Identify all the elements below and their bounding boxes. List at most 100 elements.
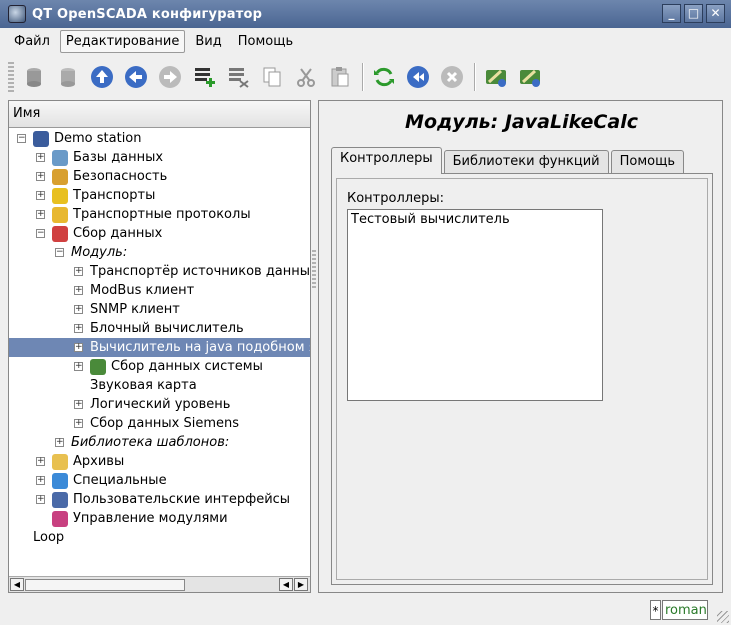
refresh-icon[interactable] — [370, 63, 398, 91]
menu-help[interactable]: Помощь — [232, 30, 299, 53]
tab-function-libraries[interactable]: Библиотеки функций — [443, 150, 609, 173]
modules-icon — [52, 511, 68, 527]
start-icon[interactable] — [404, 63, 432, 91]
expand-icon[interactable]: + — [36, 172, 45, 181]
tree-item[interactable]: Loop — [9, 528, 310, 547]
expand-icon[interactable]: + — [36, 191, 45, 200]
tree-item[interactable]: + Пользовательские интерфейсы — [9, 490, 310, 509]
expand-icon[interactable]: + — [74, 324, 83, 333]
status-user[interactable]: roman — [662, 600, 708, 620]
tree-item[interactable]: + Библиотека шаблонов: — [9, 433, 310, 452]
tree-item[interactable]: + Архивы — [9, 452, 310, 471]
tree-item[interactable]: Управление модулями — [9, 509, 310, 528]
tree-item[interactable]: + Блочный вычислитель — [9, 319, 310, 338]
expand-icon[interactable]: + — [74, 419, 83, 428]
collapse-icon[interactable]: − — [17, 134, 26, 143]
tree-item[interactable]: + Безопасность — [9, 167, 310, 186]
tab-help[interactable]: Помощь — [610, 150, 685, 173]
toolbar — [0, 57, 731, 97]
tree-item[interactable]: + Базы данных — [9, 148, 310, 167]
tree-item[interactable]: + ModBus клиент — [9, 281, 310, 300]
cut-icon[interactable] — [292, 63, 320, 91]
controllers-label: Контроллеры: — [347, 191, 444, 206]
tree-item[interactable]: + SNMP клиент — [9, 300, 310, 319]
tree-item[interactable]: − Сбор данных — [9, 224, 310, 243]
tree-item[interactable]: + Транспорты — [9, 186, 310, 205]
tree-item-label: Loop — [33, 530, 65, 545]
window-title: QT OpenSCADA конфигуратор — [32, 6, 263, 22]
add-item-icon[interactable] — [190, 63, 218, 91]
pane-splitter[interactable] — [312, 250, 316, 290]
maximize-button[interactable]: □ — [684, 4, 703, 23]
list-item[interactable]: Тестовый вычислитель — [351, 212, 599, 227]
tree-item-label: Звуковая карта — [90, 378, 197, 393]
tree-item[interactable]: + Сбор данных Siemens — [9, 414, 310, 433]
status-marker[interactable]: * — [650, 600, 661, 620]
expand-icon[interactable]: + — [74, 305, 83, 314]
expand-icon[interactable]: + — [36, 476, 45, 485]
resize-grip[interactable] — [717, 611, 729, 623]
chart-icon — [52, 226, 68, 242]
expand-icon[interactable]: + — [74, 286, 83, 295]
toolbar-grip[interactable] — [8, 62, 14, 92]
stop-icon[interactable] — [438, 63, 466, 91]
tab-bar: Контроллеры Библиотеки функций Помощь — [331, 147, 686, 174]
scroll-thumb[interactable] — [25, 579, 185, 591]
tree-item[interactable]: − Модуль: — [9, 243, 310, 262]
tree-item-label: Demo station — [54, 131, 142, 146]
expand-icon[interactable]: + — [36, 457, 45, 466]
toolbar-separator-2 — [474, 63, 476, 91]
up-arrow-icon[interactable] — [88, 63, 116, 91]
tree-panel: Имя − Demo station + Базы данных + Безопаснос… — [8, 100, 311, 593]
tree-item-label: Библиотека шаблонов: — [71, 435, 230, 450]
db-icon — [52, 150, 68, 166]
horizontal-scrollbar[interactable]: ◀ ◀ ▶ — [9, 576, 310, 592]
tree-item[interactable]: + Логический уровень — [9, 395, 310, 414]
menu-file[interactable]: Файл — [8, 30, 56, 53]
delete-item-icon[interactable] — [224, 63, 252, 91]
expand-icon[interactable]: + — [74, 362, 83, 371]
scroll-right-arrow[interactable]: ▶ — [294, 578, 308, 591]
collapse-icon[interactable]: − — [36, 229, 45, 238]
page-title: Модуль: JavaLikeCalc — [405, 111, 638, 133]
help-icon — [52, 473, 68, 489]
tree-item[interactable]: + Сбор данных системы — [9, 357, 310, 376]
expand-icon[interactable]: + — [74, 343, 83, 352]
tools-icon[interactable] — [482, 63, 510, 91]
db-load-icon[interactable] — [20, 63, 48, 91]
paste-icon[interactable] — [326, 63, 354, 91]
expand-icon[interactable]: + — [55, 438, 64, 447]
sys-icon — [90, 359, 106, 375]
expand-icon[interactable]: + — [36, 210, 45, 219]
minimize-button[interactable]: _ — [662, 4, 681, 23]
tree-item-label: Сбор данных Siemens — [90, 416, 240, 431]
close-button[interactable]: ✕ — [706, 4, 725, 23]
controllers-list[interactable]: Тестовый вычислитель — [347, 209, 603, 401]
tree-item-label: Базы данных — [73, 150, 164, 165]
tree-item-label: SNMP клиент — [90, 302, 180, 317]
forward-arrow-icon[interactable] — [156, 63, 184, 91]
db-save-icon[interactable] — [54, 63, 82, 91]
copy-icon[interactable] — [258, 63, 286, 91]
tree-item[interactable]: + Транспортёр источников данных — [9, 262, 310, 281]
tree-item[interactable]: + Транспортные протоколы — [9, 205, 310, 224]
back-arrow-icon[interactable] — [122, 63, 150, 91]
tree-item[interactable]: + Вычислитель на java подобном языке — [9, 338, 310, 357]
tree-header[interactable]: Имя — [9, 101, 310, 128]
expand-icon[interactable]: + — [36, 495, 45, 504]
tree-item[interactable]: + Специальные — [9, 471, 310, 490]
scroll-left-arrow-2[interactable]: ◀ — [279, 578, 293, 591]
tab-controllers[interactable]: Контроллеры — [331, 147, 442, 174]
navigation-tree[interactable]: − Demo station + Базы данных + Безопасность + Т… — [9, 129, 310, 577]
expand-icon[interactable]: + — [74, 400, 83, 409]
expand-icon[interactable]: + — [36, 153, 45, 162]
menu-edit[interactable]: Редактирование — [59, 29, 186, 53]
collapse-icon[interactable]: − — [55, 248, 64, 257]
tree-item[interactable]: Звуковая карта — [9, 376, 310, 395]
expand-icon[interactable]: + — [74, 267, 83, 276]
tree-item-label: Специальные — [73, 473, 167, 488]
menu-view[interactable]: Вид — [189, 30, 227, 53]
config-icon[interactable] — [516, 63, 544, 91]
scroll-left-arrow[interactable]: ◀ — [10, 578, 24, 591]
tree-item[interactable]: − Demo station — [9, 129, 310, 148]
